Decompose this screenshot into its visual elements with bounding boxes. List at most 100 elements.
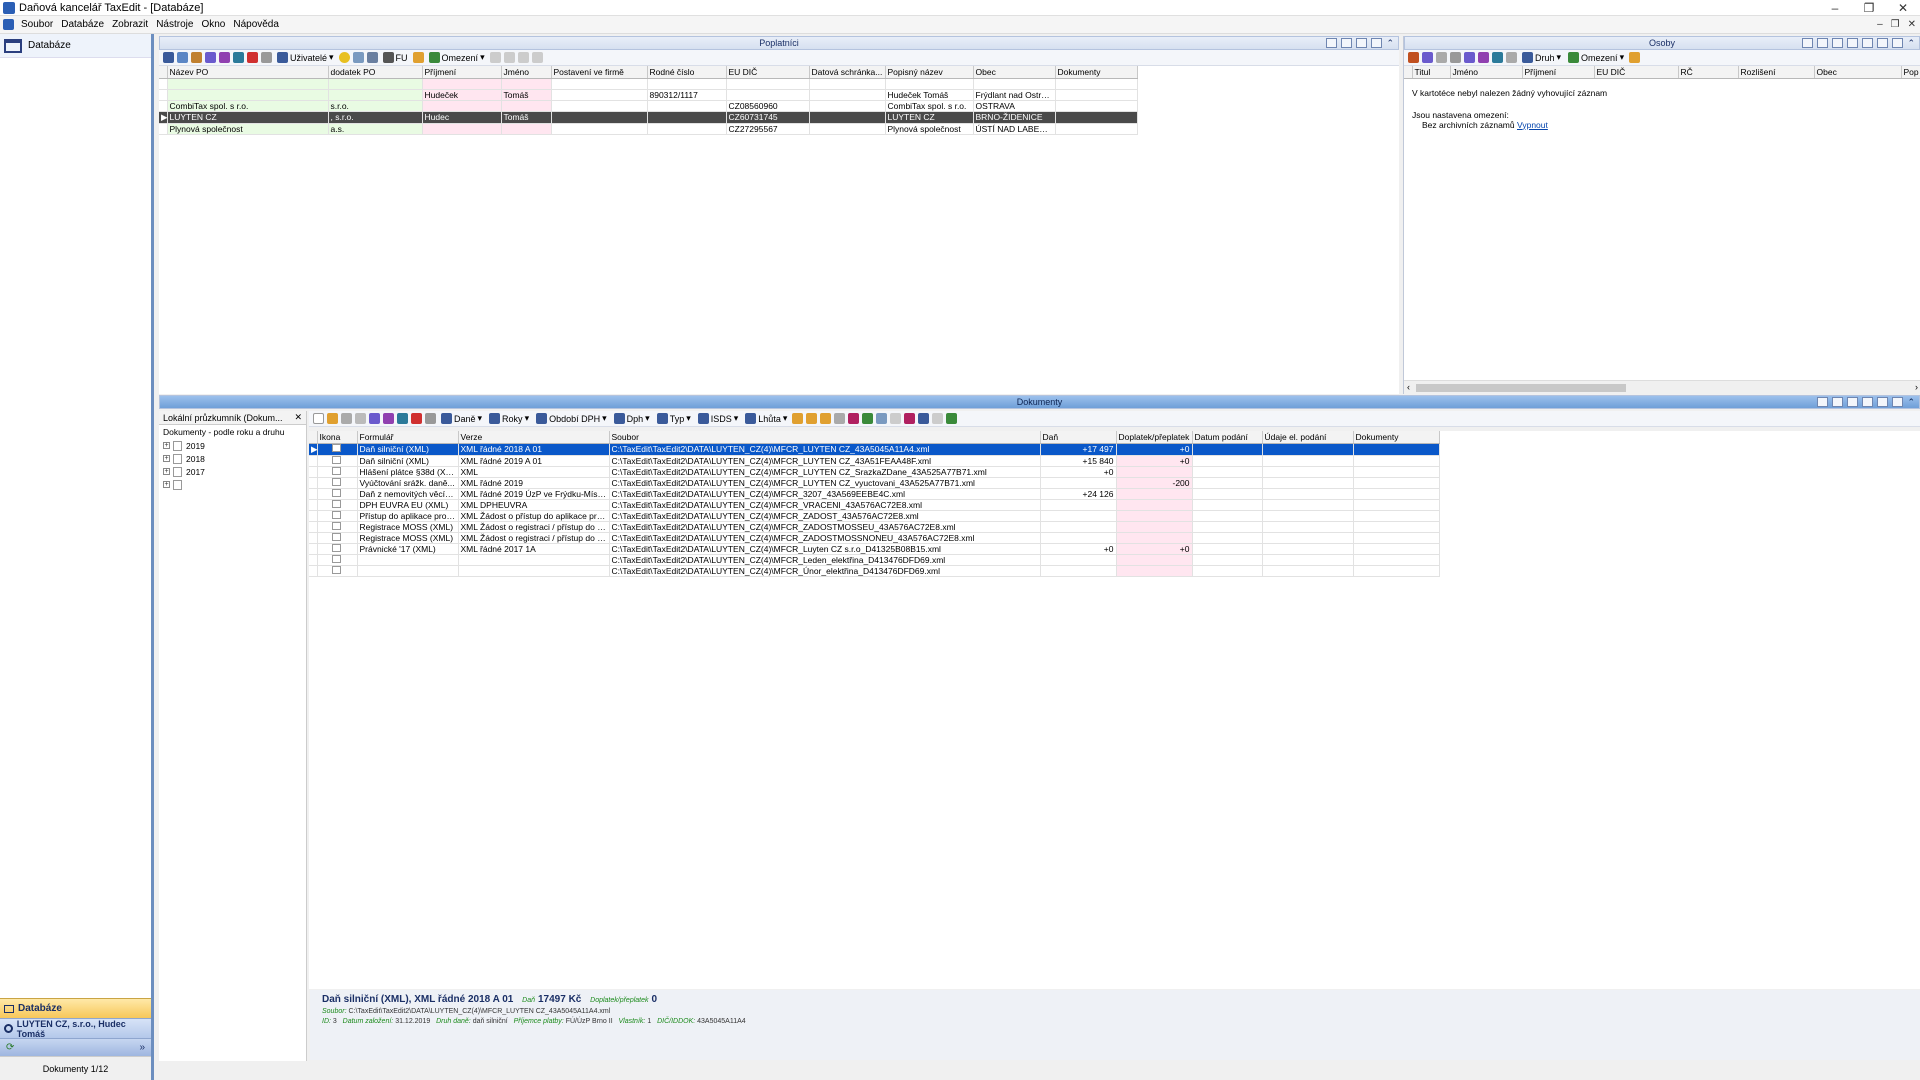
table-cell[interactable]: CZ08560960 — [726, 100, 810, 112]
table-cell[interactable]: ÚSTÍ NAD LABEM-... — [973, 123, 1056, 135]
table-cell[interactable] — [328, 78, 423, 90]
nav-button-firm[interactable]: LUYTEN CZ, s.r.o., Hudec Tomáš — [0, 1018, 151, 1039]
table-cell[interactable]: Daň silniční (XML) — [357, 455, 459, 467]
table-cell[interactable]: C:\TaxEdit\TaxEdit2\DATA\LUYTEN_CZ(4)\MF… — [609, 543, 1041, 555]
table-cell[interactable] — [809, 111, 886, 124]
horizontal-scrollbar[interactable]: ‹ › — [1404, 380, 1920, 394]
roky-dropdown[interactable]: Roky ▾ — [487, 413, 531, 424]
table-cell[interactable] — [1353, 532, 1440, 544]
check-icon[interactable] — [219, 52, 230, 63]
table-cell[interactable] — [1262, 510, 1354, 522]
forward-icon[interactable] — [820, 413, 832, 424]
table-row[interactable]: CombiTax spol. s r.o. s.r.o. CZ08560960 … — [159, 100, 1138, 112]
tree-icon[interactable] — [1356, 38, 1368, 48]
table-cell[interactable] — [501, 100, 552, 112]
table-cell[interactable] — [1055, 89, 1138, 101]
table-cell[interactable] — [1040, 554, 1117, 566]
table-cell[interactable]: XML řádné 2019 A 01 — [458, 455, 610, 467]
column-header[interactable]: Příjmení — [1522, 66, 1595, 79]
table-cell[interactable]: +15 840 — [1040, 455, 1117, 467]
table-row[interactable]: Registrace MOSS (XML) XML Žádost o regis… — [309, 532, 1440, 544]
table-row[interactable]: Hlášení plátce §38d (XML) XML C:\TaxEdit… — [309, 466, 1440, 478]
dph-dropdown[interactable]: Dph ▾ — [612, 413, 652, 424]
tree-icon[interactable] — [1877, 38, 1889, 48]
table-cell[interactable] — [1353, 510, 1440, 522]
table-cell[interactable]: XML řádné 2018 A 01 — [458, 443, 610, 456]
typ-dropdown[interactable]: Typ ▾ — [655, 413, 693, 424]
table-row-selected[interactable]: ▶ LUYTEN CZ , s.r.o. Hudec Tomáš CZ60731… — [159, 111, 1138, 124]
table-cell[interactable]: C:\TaxEdit\TaxEdit2\DATA\LUYTEN_CZ(4)\MF… — [609, 532, 1041, 544]
save-icon[interactable] — [355, 413, 366, 424]
table-cell[interactable] — [1353, 565, 1440, 577]
table-cell[interactable] — [809, 89, 886, 101]
table-cell[interactable] — [1116, 565, 1193, 577]
table-cell[interactable]: s.r.o. — [328, 100, 423, 112]
smiley-icon[interactable] — [338, 52, 350, 63]
table-cell[interactable]: XML Žádost o přístup do aplikace pro ... — [458, 510, 610, 522]
export-icon[interactable] — [834, 413, 846, 424]
table-cell[interactable]: XML Žádost o registraci / přístup do a..… — [458, 532, 610, 544]
table-cell[interactable]: C:\TaxEdit\TaxEdit2\DATA\LUYTEN_CZ(4)\MF… — [609, 510, 1041, 522]
table-cell[interactable] — [1353, 477, 1440, 489]
menu-soubor[interactable]: Soubor — [17, 19, 57, 30]
osoby-icon-3[interactable] — [1832, 38, 1844, 48]
table-cell[interactable] — [809, 123, 886, 135]
delete-icon[interactable] — [261, 52, 272, 63]
check-icon[interactable] — [383, 413, 394, 424]
column-header[interactable]: Ikona — [317, 431, 358, 444]
table-cell[interactable] — [1055, 111, 1138, 124]
table-cell[interactable]: Hlášení plátce §38d (XML) — [357, 466, 459, 478]
table-cell[interactable]: CombiTax spol. s r.o. — [167, 100, 329, 112]
table-cell[interactable] — [1040, 521, 1117, 533]
print-icon[interactable] — [341, 413, 352, 424]
sort-icon[interactable] — [369, 413, 380, 424]
tree-icon[interactable] — [1877, 397, 1889, 407]
druh-dropdown[interactable]: Druh ▾ — [1520, 52, 1563, 63]
layout-icon[interactable] — [1862, 38, 1874, 48]
close-icon[interactable]: ✕ — [294, 412, 302, 423]
table-cell[interactable]: Hudeček — [422, 89, 502, 101]
table-cell[interactable] — [551, 123, 648, 135]
table-cell[interactable] — [1116, 510, 1193, 522]
minimize-button[interactable]: – — [1818, 0, 1852, 16]
table-cell[interactable] — [1262, 521, 1354, 533]
dane-dropdown[interactable]: Daně ▾ — [439, 413, 484, 424]
table-row[interactable]: Vyúčtování srážk. daně... XML řádné 2019… — [309, 477, 1440, 489]
new-doc-icon[interactable] — [1817, 397, 1829, 407]
find-icon[interactable] — [397, 413, 408, 424]
fu-button[interactable]: FU — [381, 52, 410, 63]
table-cell[interactable]: , s.r.o. — [328, 111, 423, 124]
table-cell[interactable]: CZ60731745 — [726, 111, 810, 124]
menu-databaze[interactable]: Databáze — [57, 19, 108, 30]
collapse-up-icon[interactable]: ⌃ — [1907, 38, 1915, 49]
table-cell[interactable]: LUYTEN CZ — [167, 111, 329, 124]
table-cell[interactable] — [809, 78, 886, 90]
table-cell[interactable]: Plynová společnost — [167, 123, 329, 135]
table-cell[interactable] — [357, 554, 459, 566]
table-row[interactable]: Registrace MOSS (XML) XML Žádost o regis… — [309, 521, 1440, 533]
menu-napoveda[interactable]: Nápověda — [229, 19, 283, 30]
table-cell[interactable]: Tomáš — [501, 89, 552, 101]
table-cell[interactable] — [1262, 532, 1354, 544]
sign-icon[interactable] — [848, 413, 860, 424]
coins-icon[interactable] — [1847, 397, 1859, 407]
column-header[interactable]: Jméno — [1450, 66, 1523, 79]
table-cell[interactable] — [422, 78, 502, 90]
table-cell[interactable] — [458, 554, 610, 566]
mdi-minimize-button[interactable]: – — [1877, 16, 1883, 34]
table-cell[interactable]: DPH EUVRA EU (XML) — [357, 499, 459, 511]
column-header[interactable]: Pop — [1901, 66, 1920, 79]
mdi-close-button[interactable]: ✕ — [1908, 16, 1916, 34]
table-cell[interactable] — [1192, 565, 1263, 577]
column-header[interactable]: Popisný název — [885, 66, 974, 79]
table-row[interactable]: Právnické '17 (XML) XML řádné 2017 1A C:… — [309, 543, 1440, 555]
table-row[interactable]: C:\TaxEdit\TaxEdit2\DATA\LUYTEN_CZ(4)\MF… — [309, 565, 1440, 577]
collapse-up-icon[interactable]: ⌃ — [1907, 397, 1915, 408]
table-cell[interactable]: Hudeček Tomáš — [885, 89, 974, 101]
table-cell[interactable] — [1192, 543, 1263, 555]
layout-icon[interactable] — [1341, 38, 1353, 48]
collapse-up-icon[interactable]: ⌃ — [1386, 38, 1394, 49]
table-cell[interactable] — [1116, 466, 1193, 478]
menu-okno[interactable]: Okno — [197, 19, 229, 30]
column-header[interactable]: EU DIČ — [1594, 66, 1679, 79]
